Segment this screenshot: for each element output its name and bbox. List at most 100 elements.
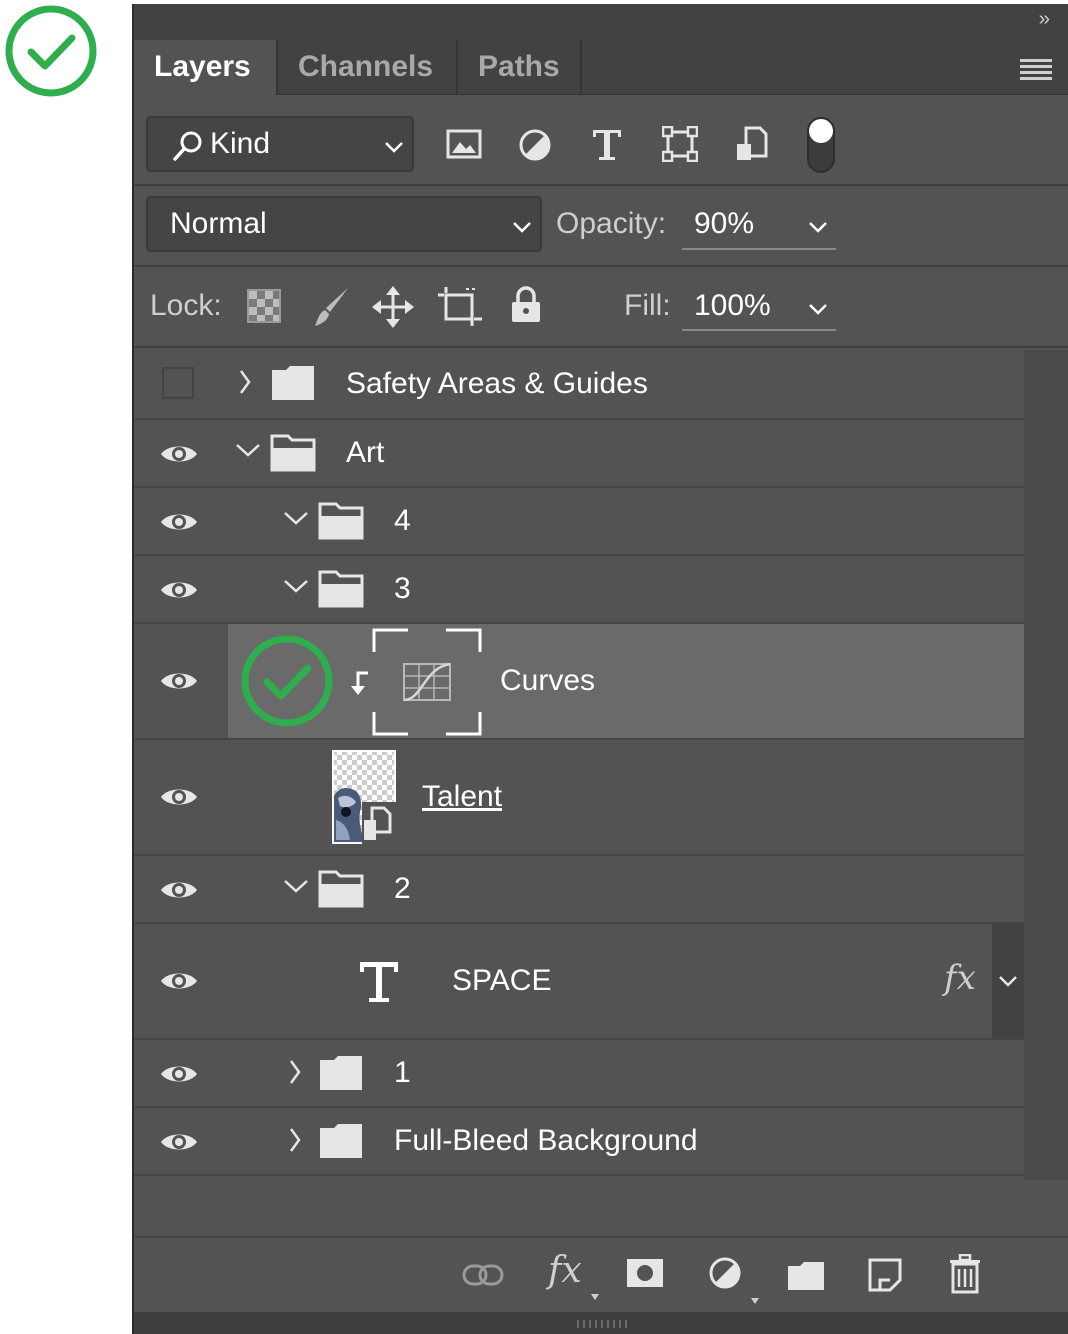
- chevron-down-icon[interactable]: [282, 578, 310, 594]
- delete-layer-icon[interactable]: [948, 1254, 982, 1294]
- shape-filter-icon[interactable]: [662, 126, 698, 162]
- eye-icon[interactable]: [160, 442, 198, 466]
- layer-row-selected[interactable]: Curves: [134, 624, 1024, 738]
- tab-layers[interactable]: Layers: [134, 40, 276, 95]
- new-group-icon[interactable]: [786, 1260, 826, 1292]
- chevron-right-icon[interactable]: [288, 1126, 302, 1154]
- layers-list: Safety Areas & Guides Art 4 3 Curves Tal…: [134, 350, 1024, 1180]
- layer-row[interactable]: 1: [134, 1040, 1024, 1106]
- collapse-panel-icon[interactable]: ››: [1039, 8, 1050, 31]
- folder-icon: [320, 1056, 362, 1090]
- chevron-down-icon[interactable]: [282, 878, 310, 894]
- opacity-value[interactable]: 90%: [694, 207, 754, 241]
- folder-open-icon: [318, 502, 364, 540]
- tab-paths[interactable]: Paths: [458, 40, 580, 94]
- fill-underline: [682, 329, 836, 331]
- talent-smart-object-thumbnail[interactable]: [332, 750, 398, 844]
- visibility-off-box[interactable]: [162, 367, 194, 399]
- chevron-right-icon[interactable]: [288, 1058, 302, 1086]
- fill-value[interactable]: 100%: [694, 289, 771, 323]
- new-adjustment-icon[interactable]: [708, 1256, 742, 1290]
- eye-icon[interactable]: [160, 969, 198, 993]
- layer-name[interactable]: SPACE: [452, 964, 551, 998]
- layer-row[interactable]: 3: [134, 556, 1024, 622]
- link-layers-icon[interactable]: [462, 1262, 504, 1288]
- eye-icon[interactable]: [160, 578, 198, 602]
- blend-mode-dropdown[interactable]: Normal: [146, 196, 542, 252]
- layer-name[interactable]: 3: [394, 572, 411, 606]
- effects-toggle[interactable]: [992, 924, 1024, 1038]
- layers-footer-toolbar: fx: [134, 1236, 1068, 1314]
- submenu-indicator-icon: [591, 1294, 599, 1300]
- folder-open-icon: [318, 570, 364, 608]
- fill-chevron-icon[interactable]: [808, 302, 828, 316]
- chevron-down-icon[interactable]: [282, 510, 310, 526]
- eye-icon[interactable]: [160, 669, 198, 693]
- panel-resize-edge[interactable]: [134, 1312, 1068, 1334]
- folder-open-icon: [318, 870, 364, 908]
- filter-kind-dropdown[interactable]: Kind: [146, 116, 414, 172]
- fill-label: Fill:: [624, 289, 671, 322]
- layer-name[interactable]: Curves: [500, 664, 595, 698]
- layer-name[interactable]: Talent: [422, 780, 502, 814]
- filter-kind-label: Kind: [210, 127, 271, 160]
- layer-name[interactable]: Art: [346, 436, 384, 470]
- folder-icon: [320, 1124, 362, 1158]
- opacity-chevron-icon[interactable]: [808, 220, 828, 234]
- layer-name[interactable]: Safety Areas & Guides: [346, 367, 648, 401]
- lock-label: Lock:: [150, 289, 222, 322]
- chevron-right-icon[interactable]: [238, 368, 252, 396]
- adjustment-filter-icon[interactable]: [518, 128, 552, 162]
- layer-name[interactable]: 1: [394, 1056, 411, 1090]
- eye-icon[interactable]: [160, 510, 198, 534]
- checkmark-circle-icon: [5, 5, 97, 97]
- folder-open-icon: [270, 434, 316, 472]
- submenu-indicator-icon: [751, 1298, 759, 1304]
- add-mask-icon[interactable]: [626, 1258, 664, 1288]
- eye-icon[interactable]: [160, 1130, 198, 1154]
- panel-title-bar: ››: [134, 4, 1068, 40]
- new-layer-icon[interactable]: [868, 1258, 902, 1292]
- layer-row[interactable]: 2: [134, 856, 1024, 922]
- layer-name[interactable]: 4: [394, 504, 411, 538]
- checkmark-circle-icon: [241, 635, 333, 727]
- layer-row[interactable]: Talent: [134, 740, 1024, 854]
- layer-style-fx-icon[interactable]: fx: [548, 1250, 582, 1291]
- search-icon: [173, 131, 202, 161]
- layer-row[interactable]: Full-Bleed Background: [134, 1108, 1024, 1174]
- lock-all-icon[interactable]: [510, 286, 542, 324]
- lock-image-pixels-brush-icon[interactable]: [312, 286, 352, 328]
- layers-panel: ›› Layers Channels Paths Kind Normal Opa…: [132, 4, 1068, 1334]
- image-filter-icon[interactable]: [446, 128, 482, 160]
- curves-adjustment-thumbnail[interactable]: [372, 628, 482, 736]
- layer-name[interactable]: 2: [394, 872, 411, 906]
- layer-row[interactable]: 4: [134, 488, 1024, 554]
- filter-toggle-switch[interactable]: [806, 116, 836, 174]
- panel-menu-icon[interactable]: [1020, 58, 1052, 80]
- clipping-mask-arrow-icon: [351, 671, 368, 695]
- layer-effects-fx-icon[interactable]: fx: [944, 958, 976, 998]
- resize-grip-icon[interactable]: [574, 1318, 630, 1330]
- eye-icon[interactable]: [160, 878, 198, 902]
- layer-row[interactable]: Safety Areas & Guides: [134, 350, 1024, 418]
- lock-artboard-icon[interactable]: [438, 286, 482, 326]
- chevron-down-icon: [513, 222, 531, 233]
- layers-scrollbar[interactable]: [1024, 350, 1068, 1180]
- layer-row[interactable]: SPACE fx: [134, 924, 1024, 1038]
- eye-icon[interactable]: [160, 1062, 198, 1086]
- folder-icon: [272, 366, 314, 400]
- opacity-underline: [682, 248, 836, 250]
- panel-tabs: Layers Channels Paths: [134, 40, 1068, 95]
- layer-row[interactable]: Art: [134, 420, 1024, 486]
- layer-name[interactable]: Full-Bleed Background: [394, 1124, 698, 1158]
- smart-object-filter-icon[interactable]: [736, 126, 768, 164]
- chevron-down-icon: [385, 142, 403, 153]
- text-layer-icon: [360, 962, 398, 1002]
- chevron-down-icon[interactable]: [234, 442, 262, 458]
- lock-position-move-icon[interactable]: [372, 286, 414, 328]
- opacity-label: Opacity:: [556, 207, 667, 240]
- type-filter-icon[interactable]: [590, 126, 624, 162]
- tab-channels[interactable]: Channels: [278, 40, 456, 94]
- eye-icon[interactable]: [160, 785, 198, 809]
- lock-transparent-pixels-icon[interactable]: [246, 288, 282, 324]
